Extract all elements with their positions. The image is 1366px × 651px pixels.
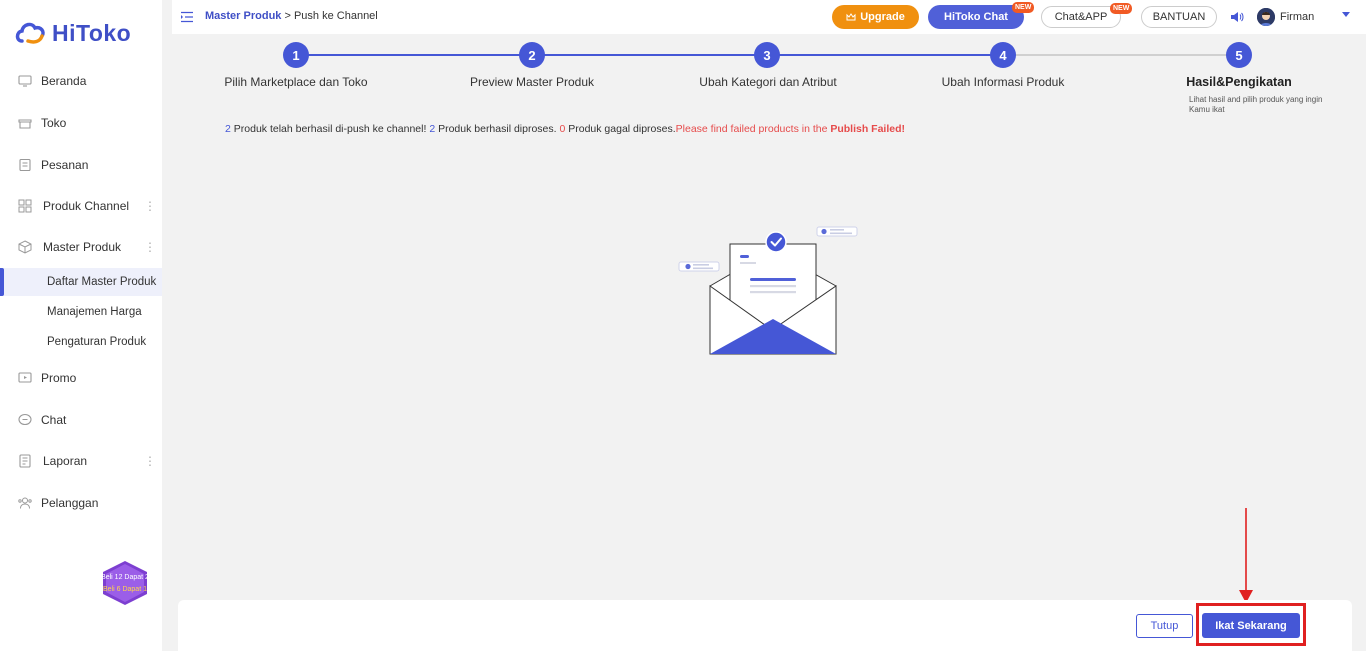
promo-icon [18, 371, 32, 385]
breadcrumb: Master Produk > Push ke Channel [205, 10, 378, 22]
sidebar-item-produk-channel[interactable]: Produk Channel ⋮ [0, 191, 162, 221]
breadcrumb-current: Push ke Channel [293, 10, 378, 22]
brand-logo[interactable]: HiToko [14, 18, 131, 48]
pushed-text: Produk telah berhasil di-push ke channel… [230, 123, 430, 135]
customer-icon [18, 496, 32, 510]
sidebar-item-label: Pesanan [41, 158, 89, 172]
step-2-label: Preview Master Produk [469, 75, 595, 89]
avatar[interactable] [1257, 8, 1275, 26]
bind-now-button[interactable]: Ikat Sekarang [1202, 613, 1300, 638]
sidebar-item-label: Laporan [43, 454, 88, 468]
chevron-down-icon[interactable] [1342, 12, 1350, 17]
upgrade-button[interactable]: Upgrade [832, 5, 919, 29]
step-3-label: Ubah Kategori dan Atribut [699, 75, 837, 89]
sidebar-item-promo[interactable]: Promo [0, 363, 162, 393]
step-5-label: Hasil&Pengikatan [1186, 75, 1292, 89]
new-badge: NEW [1110, 3, 1133, 14]
promo-badge[interactable]: Beli 12 Dapat 2 Beli 6 Dapat 1 [100, 560, 150, 606]
sidebar-subitem-label: Daftar Master Produk [47, 276, 157, 288]
monitor-icon [18, 74, 32, 88]
sidebar-subitem-label: Manajemen Harga [47, 306, 142, 318]
step-4-label: Ubah Informasi Produk [941, 75, 1065, 89]
processed-text: Produk berhasil diproses. [435, 123, 560, 135]
sidebar: HiToko Beranda Toko Pesanan Produk Chann… [0, 0, 162, 651]
sidebar-subitem-label: Pengaturan Produk [47, 336, 147, 348]
chat-app-button[interactable]: Chat&APP [1041, 6, 1121, 28]
progress-line-pending [1004, 54, 1238, 56]
sidebar-item-beranda[interactable]: Beranda [0, 66, 162, 96]
bantuan-button[interactable]: BANTUAN [1141, 6, 1217, 28]
sidebar-item-chat[interactable]: Chat [0, 405, 162, 435]
step-5-description: Lihat hasil and pilih produk yang ingin … [1189, 95, 1323, 114]
breadcrumb-separator: > [281, 10, 294, 22]
sidebar-item-label: Chat [41, 413, 67, 427]
sidebar-item-label: Beranda [41, 74, 87, 88]
chat-app-label: Chat&APP [1054, 11, 1108, 23]
step-4-circle: 4 [990, 42, 1016, 68]
sidebar-item-pesanan[interactable]: Pesanan [0, 150, 162, 180]
sidebar-subitem-daftar-master-produk[interactable]: Daftar Master Produk [0, 268, 162, 296]
chat-icon [18, 413, 32, 427]
close-button[interactable]: Tutup [1136, 614, 1193, 638]
more-vertical-icon[interactable]: ⋮ [144, 199, 156, 213]
sidebar-item-label: Produk Channel [43, 199, 130, 213]
more-vertical-icon[interactable]: ⋮ [144, 240, 156, 254]
sidebar-item-toko[interactable]: Toko [0, 108, 162, 138]
speaker-icon[interactable] [1230, 10, 1244, 24]
upgrade-label: Upgrade [860, 11, 905, 23]
new-badge: NEW [1012, 2, 1035, 13]
bind-now-button-label: Ikat Sekarang [1215, 619, 1287, 632]
more-vertical-icon[interactable]: ⋮ [144, 454, 156, 468]
order-icon [18, 158, 32, 172]
topbar: Master Produk > Push ke Channel Upgrade … [172, 0, 1366, 34]
grid-icon [18, 199, 32, 213]
hitoko-chat-button[interactable]: HiToko Chat [928, 5, 1024, 29]
progress-line-complete [296, 54, 1004, 56]
logo-cloud-icon [14, 19, 48, 47]
promo-badge-line1: Beli 12 Dapat 2 [101, 574, 149, 581]
step-1-label: Pilih Marketplace dan Toko [224, 75, 368, 89]
brand-name: HiToko [52, 19, 132, 46]
store-icon [18, 116, 32, 130]
bantuan-label: BANTUAN [1152, 11, 1206, 23]
sidebar-item-label: Master Produk [43, 240, 122, 254]
failed-hint-text: Please find failed products in the [675, 123, 831, 135]
failed-text: Produk gagal diproses. [565, 123, 676, 135]
result-message: 2 Produk telah berhasil di-push ke chann… [225, 123, 905, 135]
hitoko-chat-label: HiToko Chat [944, 11, 1008, 23]
annotation-arrow [1236, 506, 1256, 604]
crown-icon [846, 12, 856, 22]
failed-hint: Please find failed products in the Publi… [676, 123, 905, 135]
sidebar-item-laporan[interactable]: Laporan ⋮ [0, 446, 162, 476]
box-icon [18, 240, 32, 254]
sidebar-item-pelanggan[interactable]: Pelanggan [0, 488, 162, 518]
promo-badge-line2: Beli 6 Dapat 1 [103, 586, 147, 593]
sidebar-item-label: Pelanggan [41, 496, 99, 510]
username[interactable]: Firman [1280, 11, 1314, 23]
sidebar-item-master-produk[interactable]: Master Produk ⋮ [0, 232, 162, 262]
close-button-label: Tutup [1150, 620, 1179, 632]
sidebar-subitem-manajemen-harga[interactable]: Manajemen Harga [0, 298, 162, 326]
breadcrumb-link[interactable]: Master Produk [205, 10, 281, 22]
step-5-circle: 5 [1226, 42, 1252, 68]
success-envelope-illustration [676, 224, 860, 358]
sidebar-item-label: Toko [41, 116, 67, 130]
report-icon [18, 454, 32, 468]
footer-action-bar: Tutup Ikat Sekarang [178, 600, 1352, 651]
step-3-circle: 3 [754, 42, 780, 68]
sidebar-subitem-pengaturan-produk[interactable]: Pengaturan Produk [0, 328, 162, 356]
step-2-circle: 2 [519, 42, 545, 68]
sidebar-item-label: Promo [41, 371, 77, 385]
step-1-circle: 1 [283, 42, 309, 68]
menu-collapse-icon[interactable] [181, 11, 193, 23]
publish-failed-link[interactable]: Publish Failed! [830, 123, 905, 135]
